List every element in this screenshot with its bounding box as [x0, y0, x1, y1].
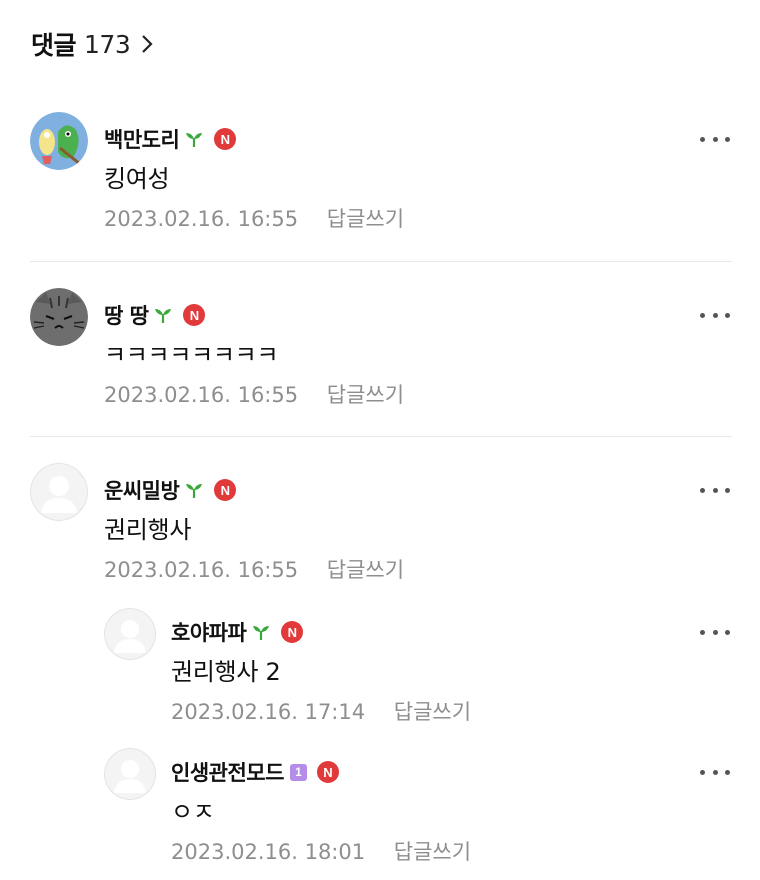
- more-options-icon[interactable]: [700, 134, 730, 144]
- comment-text: ㅇㅈ: [171, 798, 215, 826]
- more-options-icon[interactable]: [700, 485, 730, 495]
- sprout-icon: [155, 309, 172, 323]
- sprout-icon: [186, 133, 203, 147]
- new-badge: N: [214, 479, 237, 501]
- author-name[interactable]: 인생관전모드: [171, 757, 284, 787]
- more-options-icon[interactable]: [700, 310, 730, 320]
- avatar[interactable]: [104, 608, 156, 660]
- sprout-icon: [186, 484, 203, 498]
- author-name[interactable]: 운씨밀방: [104, 475, 180, 505]
- more-options-icon[interactable]: [700, 767, 730, 777]
- comment-text: 권리행사 2: [171, 658, 281, 686]
- comments-count: 173: [84, 29, 131, 59]
- avatar[interactable]: [30, 288, 88, 346]
- comment-text: 킹여성: [104, 165, 170, 193]
- comment-time: 2023.02.16. 16:55: [104, 558, 299, 582]
- divider: [30, 436, 732, 437]
- comments-header[interactable]: 댓글 173: [31, 26, 154, 62]
- new-badge: N: [281, 621, 304, 643]
- comments-title: 댓글: [31, 31, 77, 60]
- level-badge: 1: [289, 763, 307, 781]
- more-options-icon[interactable]: [700, 627, 730, 637]
- comment-time: 2023.02.16. 18:01: [171, 840, 366, 864]
- new-badge: N: [183, 304, 206, 326]
- author-name[interactable]: 땅 땅: [104, 300, 149, 330]
- comment-text: 권리행사: [104, 516, 192, 544]
- comment-time: 2023.02.16. 16:55: [104, 207, 299, 231]
- sprout-icon: [253, 626, 270, 640]
- comment-time: 2023.02.16. 17:14: [171, 700, 366, 724]
- reply-button[interactable]: 답글쓰기: [327, 383, 404, 407]
- avatar[interactable]: [30, 112, 88, 170]
- comment-text: ㅋㅋㅋㅋㅋㅋㅋㅋ: [104, 341, 279, 369]
- reply-button[interactable]: 답글쓰기: [394, 840, 471, 864]
- avatar[interactable]: [104, 748, 156, 800]
- divider: [30, 261, 732, 262]
- reply-button[interactable]: 답글쓰기: [327, 558, 404, 582]
- avatar[interactable]: [30, 463, 88, 521]
- comment-time: 2023.02.16. 16:55: [104, 383, 299, 407]
- new-badge: N: [214, 128, 237, 150]
- reply-button[interactable]: 답글쓰기: [394, 700, 471, 724]
- author-name[interactable]: 백만도리: [104, 124, 180, 154]
- new-badge: N: [316, 761, 339, 783]
- reply-button[interactable]: 답글쓰기: [327, 207, 404, 231]
- author-name[interactable]: 호야파파: [171, 617, 247, 647]
- chevron-right-icon: [142, 35, 153, 53]
